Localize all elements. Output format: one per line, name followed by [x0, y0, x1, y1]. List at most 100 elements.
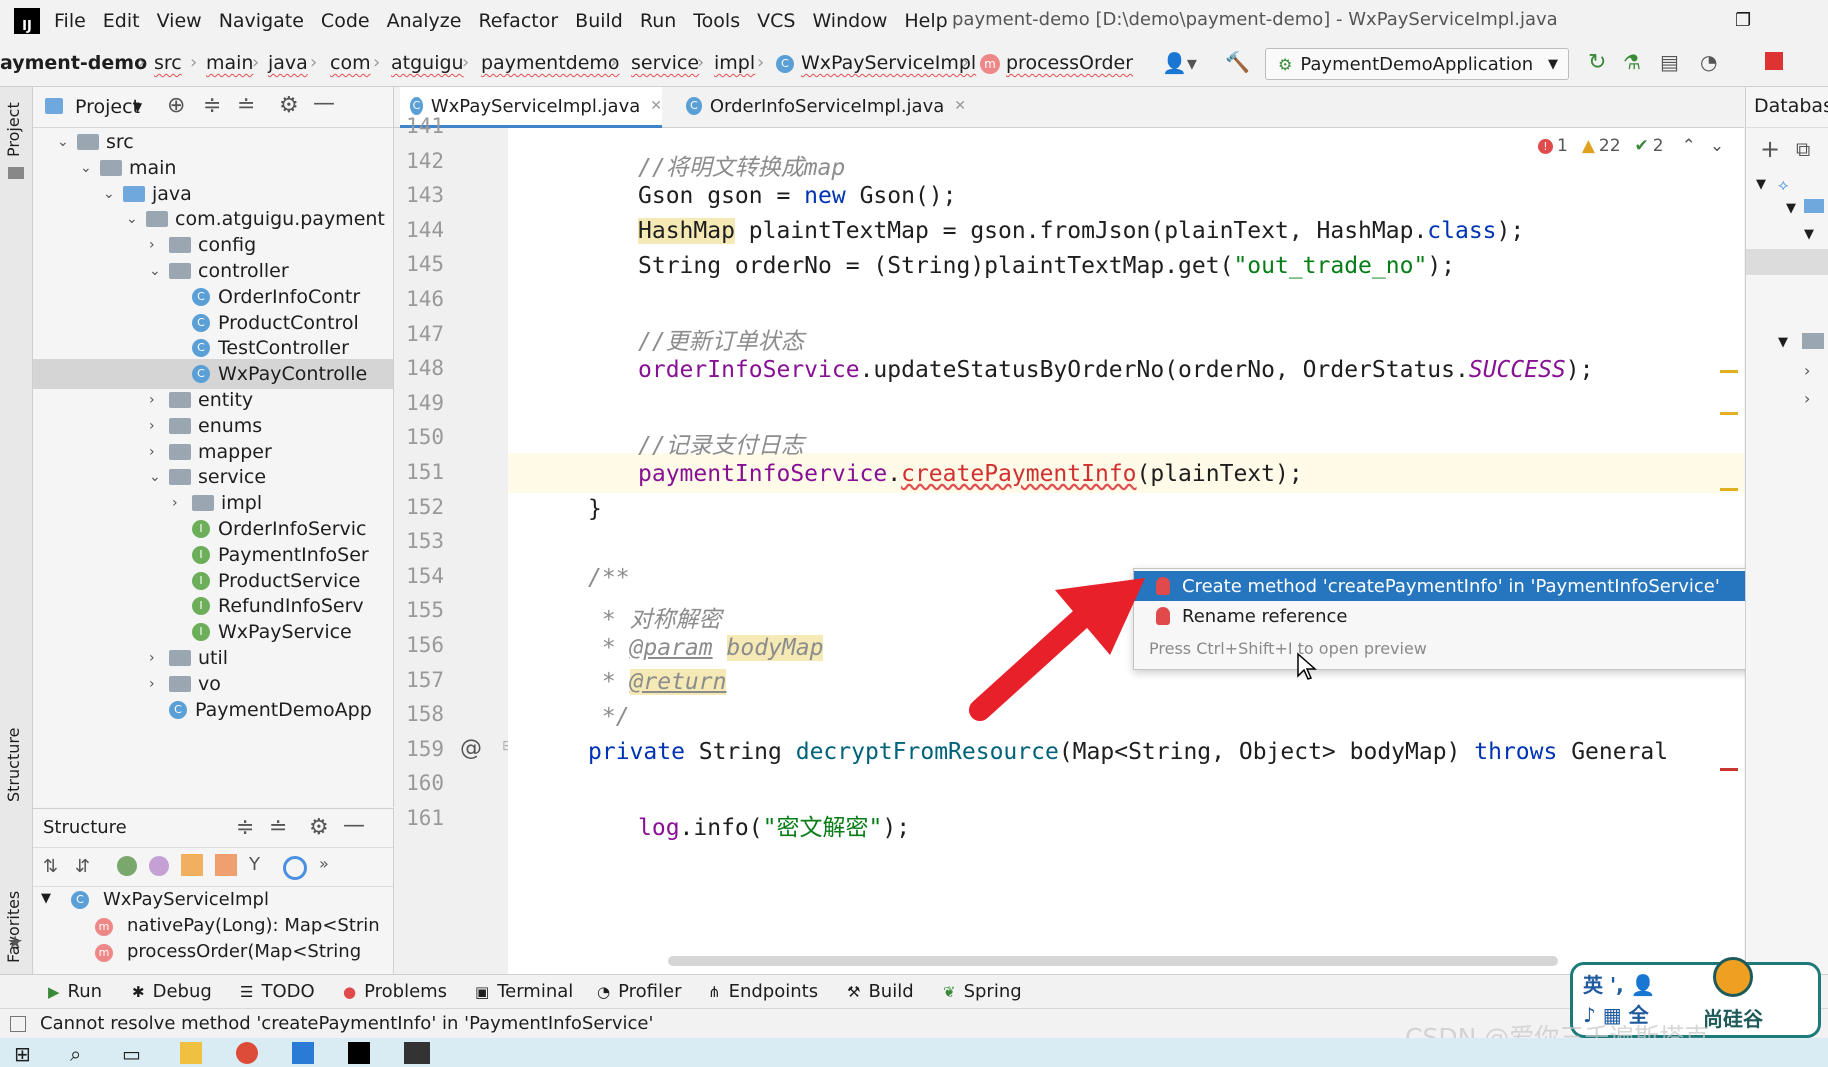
structure-item[interactable]: nativePay(Long): Map<Strin [127, 915, 380, 936]
chevron-down-icon[interactable]: ⌄ [126, 211, 146, 227]
build-hammer-icon[interactable]: 🔨 [1225, 50, 1250, 74]
chevron-down-icon[interactable]: ▼ [1786, 201, 1796, 216]
chevron-down-icon[interactable]: ▼ [1804, 227, 1814, 242]
restore-window-icon[interactable]: ❐ [1735, 10, 1751, 31]
breadcrumb-atguigu[interactable]: atguigu [391, 52, 464, 74]
autoscroll-icon[interactable] [283, 856, 307, 880]
menu-vcs[interactable]: VCS [757, 10, 795, 32]
project-panel-title[interactable]: Project [75, 96, 140, 118]
chevron-right-icon[interactable]: › [149, 444, 169, 460]
breadcrumb-paymentdemo[interactable]: paymentdemo [481, 52, 620, 74]
task-view-icon[interactable]: ▭ [122, 1042, 146, 1066]
menu-analyze[interactable]: Analyze [387, 10, 462, 32]
structure-item[interactable]: processOrder(Map<String [127, 941, 361, 962]
structure-item[interactable]: WxPayServiceImpl [103, 889, 269, 910]
run-config-select[interactable]: ⚙ PaymentDemoApplication ▼ [1265, 48, 1569, 80]
chevron-down-icon[interactable]: ▼ [1756, 177, 1766, 192]
breadcrumb-method[interactable]: processOrder [1006, 52, 1133, 74]
menu-file[interactable]: File [54, 10, 86, 32]
add-icon[interactable]: + [1760, 135, 1780, 163]
structure-tool-tab[interactable]: Structure [4, 728, 23, 802]
code-editor[interactable]: //将明文转换成map Gson gson = new Gson(); Hash… [508, 128, 1744, 974]
chevron-down-icon[interactable]: ⌄ [103, 186, 123, 202]
hide-panel-icon[interactable]: — [343, 813, 365, 838]
profiler-tool[interactable]: ◔ Profiler [597, 981, 681, 1002]
chevron-right-icon[interactable]: › [149, 237, 169, 253]
tree-item[interactable]: C PaymentDemoApp [33, 695, 393, 725]
sort-visibility-icon[interactable]: ⇵ [75, 856, 90, 877]
breadcrumb-main[interactable]: main [206, 52, 253, 74]
chevron-right-icon[interactable]: › [149, 650, 169, 666]
chrome-icon[interactable] [236, 1042, 258, 1064]
breadcrumb-com[interactable]: com [330, 52, 371, 74]
menu-window[interactable]: Window [812, 10, 887, 32]
database-panel-title[interactable]: Databas [1754, 95, 1828, 117]
gear-icon[interactable]: ⚙ [309, 815, 329, 840]
chevron-right-icon[interactable]: › [1804, 389, 1810, 408]
breadcrumb-project[interactable]: ayment-demo [0, 52, 147, 74]
chevron-down-icon[interactable]: ▼ [133, 100, 142, 114]
breadcrumb-src[interactable]: src [154, 52, 182, 74]
search-icon[interactable]: ⌕ [70, 1042, 94, 1066]
menu-help[interactable]: Help [904, 10, 947, 32]
debug-icon[interactable]: ⚗ [1623, 50, 1641, 74]
menu-tools[interactable]: Tools [693, 10, 740, 32]
more-icon[interactable]: » [319, 854, 329, 873]
todo-tool[interactable]: ☰ TODO [240, 981, 315, 1002]
rerun-icon[interactable]: ↻ [1588, 50, 1606, 75]
breadcrumb-java[interactable]: java [268, 52, 308, 74]
chevron-right-icon[interactable]: › [149, 392, 169, 408]
horizontal-scrollbar[interactable] [668, 956, 1558, 966]
chevron-right-icon[interactable]: › [1804, 361, 1810, 380]
intellij-taskbar-icon[interactable] [348, 1042, 370, 1064]
next-highlight-icon[interactable]: ⌄ [1710, 136, 1724, 156]
chevron-down-icon[interactable]: ▼ [1778, 335, 1788, 350]
spring-tool[interactable]: ❦ Spring [943, 981, 1022, 1002]
vscode-icon[interactable] [292, 1042, 314, 1064]
chevron-right-icon[interactable]: › [172, 495, 192, 511]
windows-start-icon[interactable]: ⊞ [14, 1042, 38, 1066]
quick-fix-rename-reference[interactable]: Rename reference [1134, 601, 1780, 631]
close-icon[interactable]: ✕ [954, 98, 966, 114]
menu-run[interactable]: Run [640, 10, 676, 32]
breadcrumb-impl[interactable]: impl [714, 52, 755, 74]
inspection-widget[interactable]: ! 1 ▲ 22 ✔ 2 ⌃ ⌄ [1538, 136, 1724, 156]
chevron-down-icon[interactable]: ⌄ [80, 160, 100, 176]
close-icon[interactable]: ✕ [650, 98, 662, 114]
chevron-down-icon[interactable]: ▼ [41, 891, 51, 906]
menu-navigate[interactable]: Navigate [219, 10, 304, 32]
menu-code[interactable]: Code [321, 10, 370, 32]
show-properties-icon[interactable] [149, 856, 169, 876]
show-inherited-icon[interactable] [117, 856, 137, 876]
sort-alpha-icon[interactable]: ⇅ [43, 856, 58, 877]
menu-build[interactable]: Build [575, 10, 623, 32]
menu-edit[interactable]: Edit [103, 10, 140, 32]
stop-icon[interactable] [1765, 52, 1783, 70]
tab-orderinfoserviceimpl[interactable]: C OrderInfoServiceImpl.java ✕ [676, 87, 966, 125]
run-tool[interactable]: ▶ Run [48, 981, 102, 1002]
chevron-down-icon[interactable]: ⌄ [149, 469, 169, 485]
chevron-right-icon[interactable]: › [149, 418, 169, 434]
terminal-tool[interactable]: ▣ Terminal [475, 981, 573, 1002]
expand-all-icon[interactable]: ≑ [203, 93, 221, 118]
breadcrumb-class[interactable]: WxPayServiceImpl [801, 52, 976, 74]
build-tool[interactable]: ⚒ Build [847, 981, 914, 1002]
locate-icon[interactable]: ⊕ [167, 93, 185, 118]
toggle-tool-windows-icon[interactable] [10, 1016, 26, 1032]
collapse-all-icon[interactable]: ≐ [237, 93, 255, 118]
menu-view[interactable]: View [157, 10, 202, 32]
user-icon[interactable]: 👤▾ [1162, 51, 1197, 75]
menu-refactor[interactable]: Refactor [478, 10, 558, 32]
debug-tool[interactable]: ✱ Debug [132, 981, 212, 1002]
project-tool-tab[interactable]: Project [4, 102, 23, 157]
hide-panel-icon[interactable]: — [313, 91, 335, 116]
endpoints-tool[interactable]: ⋔ Endpoints [708, 981, 818, 1002]
problems-tool[interactable]: ● Problems [343, 981, 447, 1002]
breadcrumb-service[interactable]: service [631, 52, 699, 74]
chevron-down-icon[interactable]: ⌄ [57, 134, 77, 150]
chevron-right-icon[interactable]: › [149, 676, 169, 692]
coverage-icon[interactable]: ▤ [1660, 50, 1679, 74]
terminal-taskbar-icon[interactable] [404, 1042, 430, 1064]
show-lambdas-icon[interactable]: Y [249, 854, 260, 875]
previous-highlight-icon[interactable]: ⌃ [1682, 136, 1696, 156]
